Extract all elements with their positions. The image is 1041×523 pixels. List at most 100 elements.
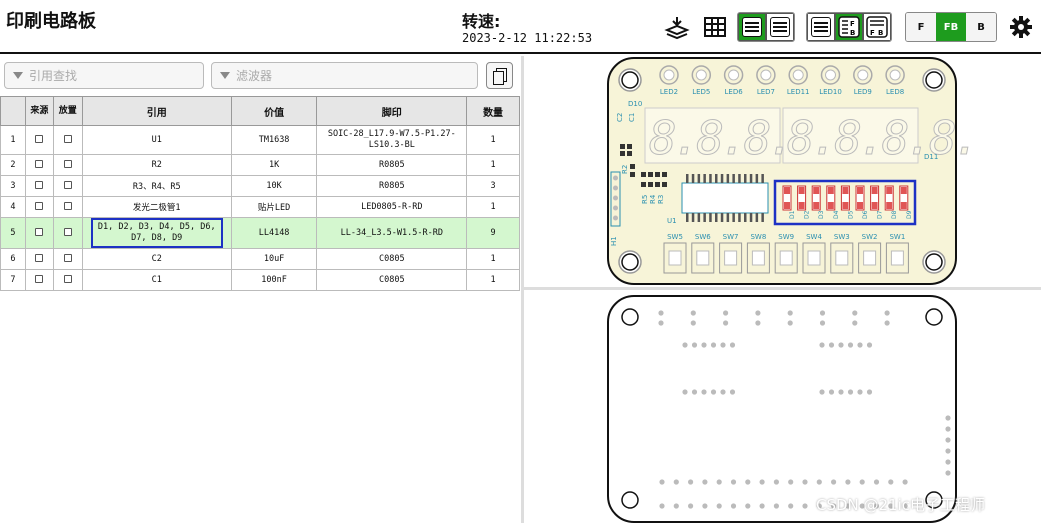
filter-input[interactable]: 滤波器 (211, 62, 478, 89)
sourced-checkbox[interactable] (35, 201, 44, 210)
quantity-cell: 1 (466, 154, 520, 176)
diode-pad (827, 187, 834, 194)
ic-pin (761, 213, 764, 222)
bom-only-icon[interactable] (807, 13, 835, 41)
settings-icon[interactable] (1008, 14, 1034, 40)
ic-pin (709, 174, 712, 183)
placed-checkbox[interactable] (63, 253, 72, 262)
pad (659, 479, 665, 485)
label-r5: R5 (641, 195, 649, 204)
table-row[interactable]: 1 U1 TM1638 SOIC-28_L17.9-W7.5-P1.27-LS1… (0, 125, 520, 155)
pad (716, 479, 722, 485)
switch-actuator (668, 250, 682, 266)
ic-pin (738, 174, 741, 183)
table-row[interactable]: 3 R3、R4、R5 10K R0805 3 (0, 175, 520, 197)
ic-pin (709, 213, 712, 222)
led-label: LED8 (886, 88, 904, 96)
label-u1: U1 (667, 217, 677, 225)
sourced-checkbox[interactable] (35, 253, 44, 262)
column-header-footprint[interactable]: 脚印 (316, 96, 468, 126)
list-view-icon[interactable] (738, 13, 766, 41)
value-cell: 贴片LED (230, 196, 318, 218)
column-header-reference[interactable]: 引用 (81, 96, 232, 126)
sourced-checkbox[interactable] (35, 159, 44, 168)
table-row-highlighted[interactable]: 5 D1, D2, D3, D4, D5, D6, D7, D8, D9 LL4… (0, 217, 520, 249)
row-index: 2 (0, 154, 26, 176)
pad (852, 310, 858, 316)
placed-checkbox[interactable] (63, 134, 72, 143)
pad (847, 342, 854, 348)
reference-highlight-box: D1, D2, D3, D4, D5, D6, D7, D8, D9 (90, 218, 223, 248)
diode-label: D1 (789, 210, 796, 219)
table-row[interactable]: 6 C2 10uF C0805 1 (0, 248, 520, 270)
label-r4: R4 (649, 194, 657, 204)
pad (723, 310, 729, 316)
grid-icon[interactable] (703, 15, 727, 39)
quantity-cell: 1 (466, 269, 520, 291)
layer-front-button[interactable]: F (906, 13, 936, 41)
footprint-cell: LL-34_L3.5-W1.5-R-RD (316, 217, 468, 249)
table-row[interactable]: 7 C1 100nF C0805 1 (0, 269, 520, 291)
led-lens (825, 69, 836, 81)
pad (723, 320, 729, 326)
bom-split-icon[interactable]: FB (863, 13, 891, 41)
ic-pin (761, 174, 764, 183)
pad (945, 459, 951, 465)
pad (847, 389, 854, 395)
diode-label: D2 (804, 210, 811, 219)
copy-icon[interactable] (486, 62, 513, 89)
diode-pad (798, 187, 805, 194)
column-header-sourced[interactable]: 来源 (24, 96, 54, 126)
placed-checkbox[interactable] (63, 180, 72, 189)
sourced-checkbox[interactable] (35, 180, 44, 189)
app-header: 印刷电路板 转速: 2023-2-12 11:22:53 FB FB F FB … (0, 0, 1041, 54)
switch-label: SW2 (862, 233, 878, 241)
placed-checkbox[interactable] (63, 159, 72, 168)
column-header-placed[interactable]: 放置 (52, 96, 83, 126)
diode-pad (813, 187, 820, 194)
bom-split-front-back-icon[interactable]: FB (835, 13, 863, 41)
switch-label: SW8 (750, 233, 766, 241)
table-row[interactable]: 4 发光二极管1 贴片LED LED0805-R-RD 1 (0, 196, 520, 218)
pad (838, 342, 844, 348)
diode-pad (842, 187, 849, 194)
pad (788, 479, 794, 485)
pad (773, 503, 779, 509)
column-header-value[interactable]: 价值 (230, 96, 318, 126)
bom-layout-group: FB FB (806, 12, 892, 42)
row-index: 1 (0, 125, 26, 155)
pad (730, 503, 737, 509)
led-lens (792, 69, 804, 81)
diode-label: D6 (862, 210, 869, 219)
label-c2: C2 (616, 113, 624, 122)
pad (857, 342, 863, 348)
placed-checkbox[interactable] (63, 201, 72, 210)
value-cell: 100nF (230, 269, 318, 291)
led-lens (760, 69, 772, 81)
diode-pad (900, 187, 907, 194)
ic-pin (686, 213, 689, 222)
sourced-checkbox[interactable] (35, 274, 44, 283)
diode-pad (857, 202, 863, 209)
pcb-back-board (607, 295, 957, 523)
placed-checkbox[interactable] (63, 227, 72, 236)
diode-label: D9 (906, 210, 913, 219)
pad (691, 342, 698, 348)
placed-checkbox[interactable] (63, 274, 72, 283)
table-row[interactable]: 2 R2 1K R0805 1 (0, 154, 520, 176)
sourced-checkbox[interactable] (35, 227, 44, 236)
list-alt-icon[interactable] (766, 13, 794, 41)
pcb-canvas[interactable]: LED2 LED5 LED6 LED7 LED11 LED10 LED9 LED8 D10 C… (524, 56, 1041, 523)
layer-back-button[interactable]: B (966, 13, 996, 41)
column-header-quantity[interactable]: 数量 (466, 96, 520, 126)
ic-pin (732, 174, 735, 183)
svg-text:F: F (850, 20, 855, 28)
ic-pin (755, 174, 759, 183)
layer-front-back-button[interactable]: FB (936, 13, 966, 41)
sourced-checkbox[interactable] (35, 134, 44, 143)
layers-icon[interactable] (664, 14, 690, 40)
led-label: LED11 (787, 88, 810, 96)
reference-cell: R2 (81, 154, 232, 176)
reference-search-input[interactable]: 引用查找 (4, 62, 204, 89)
led-label: LED2 (660, 88, 678, 96)
